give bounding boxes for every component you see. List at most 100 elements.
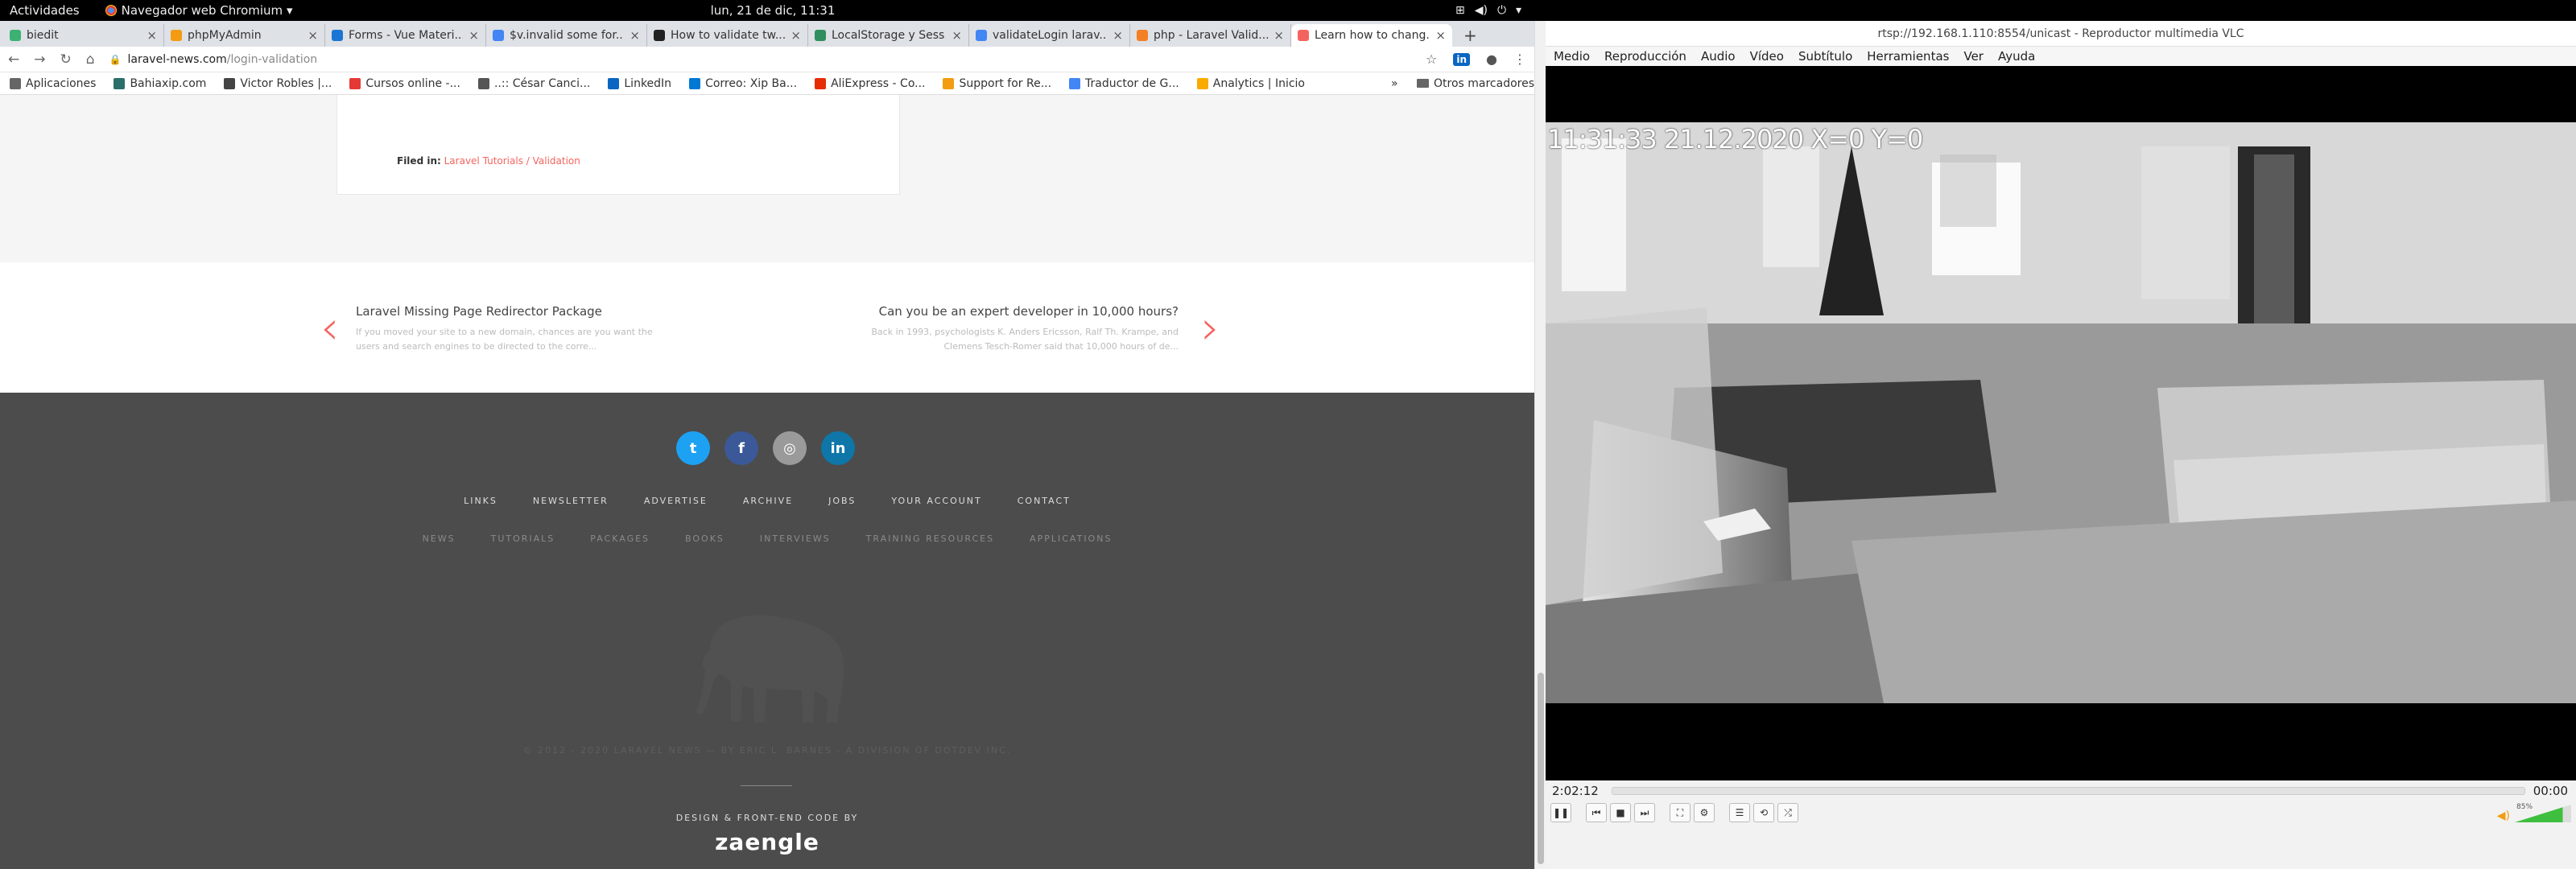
reload-icon[interactable]: ↻ xyxy=(60,51,72,68)
profile-icon[interactable]: ● xyxy=(1486,51,1497,67)
bookmark-label: Victor Robles |... xyxy=(240,76,332,90)
other-bookmarks[interactable]: Otros marcadores xyxy=(1417,77,1534,90)
bookmark-item[interactable]: Victor Robles |... xyxy=(224,77,332,90)
scrollbar-thumb[interactable] xyxy=(1538,673,1544,864)
bookmark-item[interactable]: LinkedIn xyxy=(608,77,671,90)
vlc-menu-item[interactable]: Reproducción xyxy=(1604,49,1686,64)
home-icon[interactable]: ⌂ xyxy=(86,51,95,68)
bookmark-item[interactable]: Analytics | Inicio xyxy=(1196,77,1305,90)
extended-settings-button[interactable]: ⚙ xyxy=(1694,803,1715,822)
favicon-icon xyxy=(976,30,987,41)
close-icon[interactable]: × xyxy=(630,28,640,43)
bookmarks-overflow-button[interactable]: » xyxy=(1391,77,1398,90)
filed-in-links[interactable]: Laravel Tutorials / Validation xyxy=(444,155,580,167)
page-scrollbar[interactable] xyxy=(1534,21,1546,869)
footer-link[interactable]: ARCHIVE xyxy=(743,496,793,506)
playlist-button[interactable]: ☰ xyxy=(1729,803,1750,822)
tab-8[interactable]: php - Laravel Valid... × xyxy=(1130,24,1291,47)
vlc-menu-item[interactable]: Ayuda xyxy=(1998,49,2035,64)
instagram-icon[interactable]: ◎ xyxy=(773,431,807,465)
volume-slider[interactable]: 85% xyxy=(2515,803,2571,822)
tab-9[interactable]: Learn how to chang... × xyxy=(1291,24,1452,47)
bookmark-item[interactable]: AliExpress - Co... xyxy=(815,77,925,90)
seek-slider[interactable] xyxy=(1612,787,2525,795)
bookmark-item[interactable]: Support for Re... xyxy=(943,77,1051,90)
vlc-title: rtsp://192.168.1.110:8554/unicast - Repr… xyxy=(1546,21,2576,47)
footer-section-link[interactable]: APPLICATIONS xyxy=(1030,533,1112,544)
remaining-time[interactable]: 00:00 xyxy=(2533,784,2568,798)
footer-section-link[interactable]: INTERVIEWS xyxy=(760,533,831,544)
tab-1[interactable]: biedit × xyxy=(3,24,164,47)
forward-icon[interactable]: → xyxy=(34,51,45,68)
footer-link[interactable]: CONTACT xyxy=(1018,496,1071,506)
system-tray[interactable]: ⊞ ◀) ⏻ ▾ xyxy=(1455,4,1521,17)
linkedin-icon[interactable]: in xyxy=(821,431,855,465)
clock[interactable]: lun, 21 de dic, 11:31 xyxy=(0,3,1546,18)
twitter-icon[interactable]: t xyxy=(676,431,710,465)
video-frame[interactable]: 11:31:33 21.12.2020 X=0 Y=0 xyxy=(1546,122,2576,703)
chevron-left-icon[interactable]: ‹ xyxy=(320,304,339,351)
bookmark-item[interactable]: Aplicaciones xyxy=(10,77,96,90)
bookmark-icon xyxy=(10,77,21,89)
vlc-menu-item[interactable]: Subtítulo xyxy=(1798,49,1852,64)
next-button[interactable]: ⏭ xyxy=(1634,803,1655,822)
close-icon[interactable]: × xyxy=(469,28,479,43)
footer-section-link[interactable]: PACKAGES xyxy=(590,533,650,544)
volume-control[interactable]: ◀) 85% xyxy=(2497,803,2571,822)
footer-section-link[interactable]: NEWS xyxy=(423,533,456,544)
facebook-icon[interactable]: f xyxy=(724,431,758,465)
footer-section-link[interactable]: BOOKS xyxy=(685,533,724,544)
close-icon[interactable]: × xyxy=(1113,28,1123,43)
bookmark-icon xyxy=(477,77,489,89)
close-icon[interactable]: × xyxy=(791,28,801,43)
bookmark-item[interactable]: Cursos online -... xyxy=(349,77,460,90)
vlc-menu-item[interactable]: Audio xyxy=(1701,49,1736,64)
vlc-menu-item[interactable]: Vídeo xyxy=(1750,49,1784,64)
close-icon[interactable]: × xyxy=(308,28,318,43)
tab-2[interactable]: phpMyAdmin × xyxy=(164,24,325,47)
speaker-icon[interactable]: ◀) xyxy=(2497,809,2510,822)
loop-button[interactable]: ⟲ xyxy=(1753,803,1774,822)
tab-6[interactable]: LocalStorage y Sess... × xyxy=(808,24,969,47)
pause-button[interactable]: ❚❚ xyxy=(1550,803,1571,822)
menu-icon[interactable]: ⋮ xyxy=(1513,51,1526,67)
close-icon[interactable]: × xyxy=(1274,28,1284,43)
vlc-menu-item[interactable]: Ver xyxy=(1963,49,1984,64)
footer-section-link[interactable]: TRAINING RESOURCES xyxy=(866,533,994,544)
star-icon[interactable]: ☆ xyxy=(1426,51,1437,67)
fullscreen-button[interactable]: ⛶ xyxy=(1670,803,1690,822)
tab-5[interactable]: How to validate tw... × xyxy=(647,24,808,47)
footer-link[interactable]: NEWSLETTER xyxy=(533,496,609,506)
network-icon: ⊞ xyxy=(1455,4,1465,17)
bookmark-item[interactable]: Correo: Xip Ba... xyxy=(689,77,797,90)
tab-7[interactable]: validateLogin larav... × xyxy=(969,24,1130,47)
close-icon[interactable]: × xyxy=(1435,28,1446,43)
footer-link[interactable]: JOBS xyxy=(828,496,856,506)
bookmark-item[interactable]: Bahiaxip.com xyxy=(114,77,206,90)
footer-section-link[interactable]: TUTORIALS xyxy=(491,533,555,544)
next-post-link[interactable]: Can you be an expert developer in 10,000… xyxy=(869,304,1179,354)
vlc-menu-item[interactable]: Medio xyxy=(1554,49,1590,64)
prev-post-link[interactable]: Laravel Missing Page Redirector Package … xyxy=(356,304,654,354)
tab-title: LocalStorage y Sess... xyxy=(832,29,947,42)
bookmark-item[interactable]: Traductor de G... xyxy=(1069,77,1179,90)
vlc-menu-item[interactable]: Herramientas xyxy=(1867,49,1949,64)
footer-link[interactable]: ADVERTISE xyxy=(644,496,708,506)
bookmark-item[interactable]: ..:: César Canci... xyxy=(477,77,590,90)
shuffle-button[interactable]: ⤮ xyxy=(1777,803,1798,822)
filed-in: Filed in: Laravel Tutorials / Validation xyxy=(397,155,580,167)
footer-link[interactable]: YOUR ACCOUNT xyxy=(891,496,981,506)
new-tab-button[interactable]: + xyxy=(1452,24,1488,47)
tab-4[interactable]: $v.invalid some for... × xyxy=(486,24,647,47)
linkedin-extension-icon[interactable]: in xyxy=(1453,52,1471,66)
address-bar[interactable]: 🔒 laravel-news.com/login-validation xyxy=(109,53,1411,66)
footer-link[interactable]: LINKS xyxy=(464,496,497,506)
tab-3[interactable]: Forms - Vue Materi... × xyxy=(325,24,486,47)
close-icon[interactable]: × xyxy=(952,28,962,43)
previous-button[interactable]: ⏮ xyxy=(1586,803,1607,822)
back-icon[interactable]: ← xyxy=(8,51,19,68)
chevron-right-icon[interactable]: › xyxy=(1201,304,1220,351)
zaengle-logo[interactable]: zaengle xyxy=(0,829,1534,855)
close-icon[interactable]: × xyxy=(147,28,157,43)
stop-button[interactable]: ■ xyxy=(1610,803,1631,822)
